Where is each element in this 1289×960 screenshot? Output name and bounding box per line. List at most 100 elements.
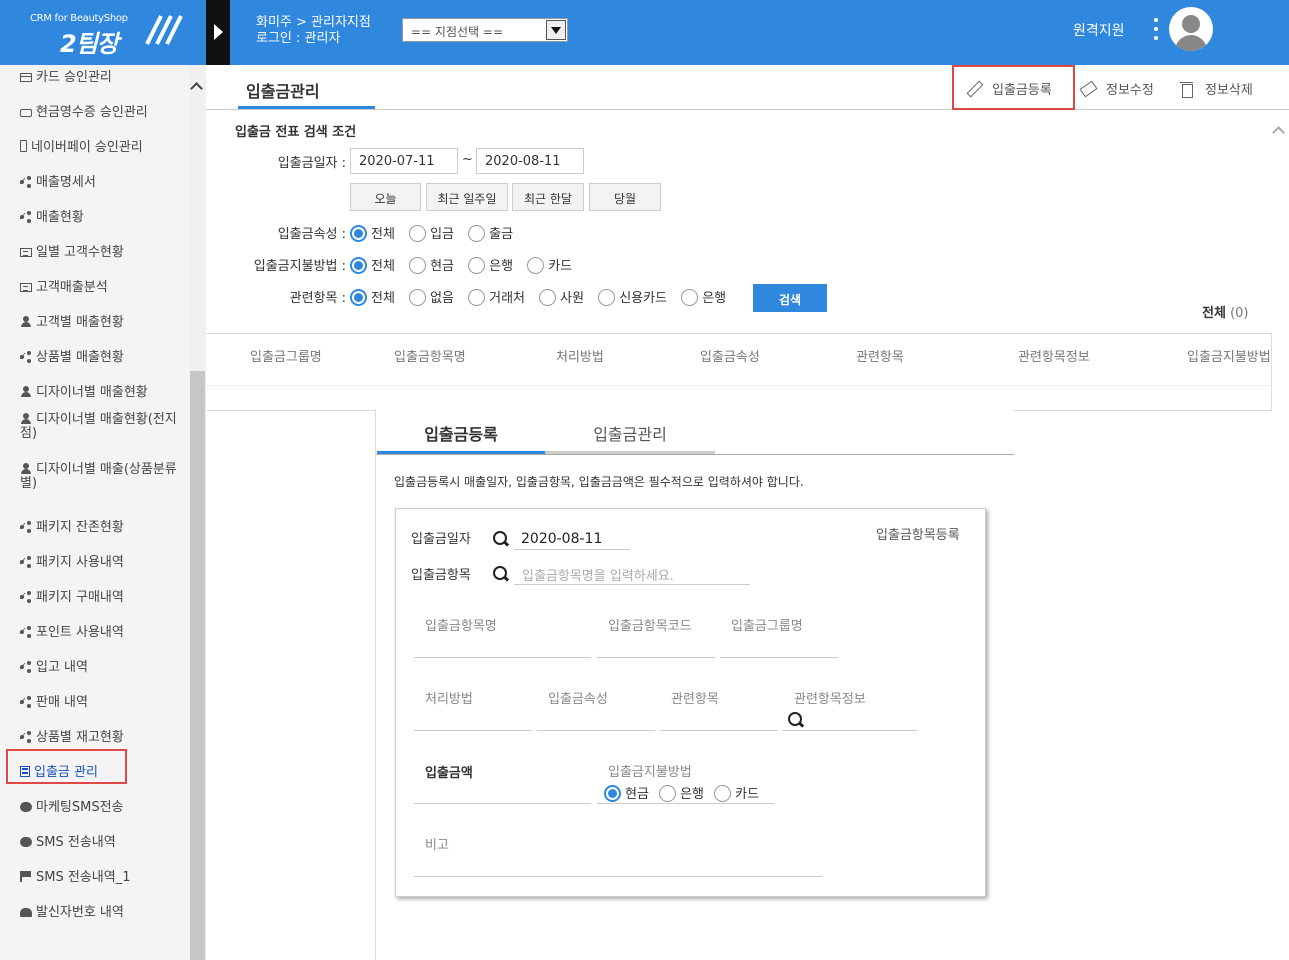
date-to-input[interactable]: 2020-08-11 (476, 148, 584, 174)
date-from-input[interactable]: 2020-07-11 (350, 148, 458, 174)
field-memo[interactable] (414, 876, 822, 877)
sidebar-item-point-usage[interactable]: 포인트 사용내역 (0, 612, 190, 647)
related-radio-none[interactable]: 없음 (409, 287, 454, 306)
field-item-code[interactable] (597, 657, 715, 658)
field-amount[interactable] (414, 803, 591, 804)
sidebar-item-customer-analysis[interactable]: 고객매출분석 (0, 267, 190, 302)
grid-col-method[interactable]: 처리방법 (556, 346, 604, 365)
sidebar-item-cash-management[interactable]: 입출금 관리 (0, 752, 190, 787)
field-related-label: 관련항목 (671, 692, 719, 707)
flag-icon (20, 871, 32, 882)
search-button[interactable]: 검색 (753, 284, 827, 312)
tab-manage[interactable]: 입출금관리 (545, 409, 715, 454)
sidebar-item-designer-sales[interactable]: 디자이너별 매출현황 (0, 372, 190, 407)
sidebar-item-package-usage[interactable]: 패키지 사용내역 (0, 542, 190, 577)
sidebar-item-package-purchase[interactable]: 패키지 구매내역 (0, 577, 190, 612)
related-radio-creditcard[interactable]: 신용카드 (598, 287, 667, 306)
sidebar-item-sales-history[interactable]: 판매 내역 (0, 682, 190, 717)
chevron-down-icon (546, 20, 566, 40)
sidebar-item-stock-in[interactable]: 입고 내역 (0, 647, 190, 682)
remote-support-link[interactable]: 원격지원 (1073, 20, 1125, 40)
sidebar-item-sms-history-1[interactable]: SMS 전송내역_1 (0, 857, 190, 892)
this-month-button[interactable]: 당월 (589, 183, 661, 211)
sidebar-item-sender-numbers[interactable]: 발신자번호 내역 (0, 892, 190, 927)
sidebar-item-product-sales[interactable]: 상품별 매출현황 (0, 337, 190, 372)
related-radio-bank[interactable]: 은행 (681, 287, 726, 306)
field-related-info[interactable] (783, 730, 917, 731)
board-icon (20, 248, 32, 257)
form-pay-radio-cash[interactable]: 현금 (604, 783, 649, 802)
related-radio-vendor[interactable]: 거래처 (468, 287, 525, 306)
attr-radio-withdraw[interactable]: 출금 (468, 223, 513, 242)
card-icon (20, 73, 32, 82)
share-icon (20, 626, 32, 637)
app-logo[interactable]: CRM for BeautyShop 2팀장 (0, 0, 206, 65)
register-button[interactable]: 입출금등록 (952, 65, 1075, 110)
field-method[interactable] (414, 730, 532, 731)
sidebar-item-customer-sales[interactable]: 고객별 매출현황 (0, 302, 190, 337)
register-dialog: 입출금등록 입출금관리 입출금등록시 매출일자, 입출금항목, 입출금금액은 필… (375, 409, 1014, 960)
grid-col-group[interactable]: 입출금그룹명 (250, 346, 322, 365)
pay-radio-bank[interactable]: 은행 (468, 255, 513, 274)
grid-col-attr[interactable]: 입출금속성 (700, 346, 760, 365)
field-related[interactable] (660, 730, 778, 731)
sidebar-item-daily-customers[interactable]: 일별 고객수현황 (0, 232, 190, 267)
grid-col-related-info[interactable]: 관련항목정보 (1018, 346, 1090, 365)
pay-radio-all[interactable]: 전체 (350, 255, 395, 274)
edit-button[interactable]: 정보수정 (1080, 79, 1154, 98)
related-radio-all[interactable]: 전체 (350, 287, 395, 306)
tab-register[interactable]: 입출금등록 (377, 409, 545, 454)
sidebar-item-sales-status[interactable]: 매출현황 (0, 197, 190, 232)
sidebar-item-marketing-sms[interactable]: 마케팅SMS전송 (0, 787, 190, 822)
form-pay-radio-bank[interactable]: 은행 (659, 783, 704, 802)
cash-icon (20, 109, 32, 117)
field-item-name[interactable] (414, 657, 591, 658)
grid-col-related[interactable]: 관련항목 (856, 346, 904, 365)
sidebar-item-cash-receipt[interactable]: 현금영수증 승인관리 (0, 92, 190, 127)
pay-radio-card[interactable]: 카드 (527, 255, 572, 274)
search-icon[interactable] (493, 566, 509, 582)
field-pay-method-label: 입출금지불방법 (608, 765, 692, 780)
sidebar-item-naverpay[interactable]: 네이버페이 승인관리 (0, 127, 190, 162)
sidebar-toggle-button[interactable] (206, 0, 230, 65)
chevron-up-icon[interactable] (1272, 126, 1285, 139)
attr-radio-deposit[interactable]: 입금 (409, 223, 454, 242)
pay-radio-cash[interactable]: 현금 (409, 255, 454, 274)
form-date-value[interactable]: 2020-08-11 (521, 531, 602, 547)
tab-cash-management[interactable]: 입출금관리 (238, 65, 375, 109)
scrollbar-thumb[interactable] (190, 371, 205, 960)
last-month-button[interactable]: 최근 한달 (512, 183, 584, 211)
field-group-name[interactable] (720, 657, 838, 658)
form-pay-radio-card[interactable]: 카드 (714, 783, 759, 802)
pencil-icon (966, 81, 982, 97)
user-avatar[interactable] (1169, 7, 1213, 51)
more-menu-icon[interactable] (1150, 18, 1162, 44)
attr-radio-all[interactable]: 전체 (350, 223, 395, 242)
branch-select[interactable]: == 지점선택 == (402, 18, 568, 42)
sidebar-item-package-remaining[interactable]: 패키지 잔존현황 (0, 507, 190, 542)
top-header: CRM for BeautyShop 2팀장 화미주 > 관리자지점 로그인 :… (0, 0, 1289, 65)
today-button[interactable]: 오늘 (350, 183, 421, 211)
search-icon[interactable] (493, 531, 509, 547)
item-register-link[interactable]: 입출금항목등록 (876, 524, 960, 543)
chevron-up-icon[interactable] (190, 82, 203, 95)
grid-col-pay-method[interactable]: 입출금지불방법 (1187, 346, 1271, 365)
sidebar-scrollbar[interactable] (189, 65, 206, 960)
sidebar-item-product-stock[interactable]: 상품별 재고현황 (0, 717, 190, 752)
trash-icon (1179, 81, 1195, 98)
sidebar-item-sms-history[interactable]: SMS 전송내역 (0, 822, 190, 857)
eraser-icon (1080, 81, 1096, 97)
grid-header: 입출금그룹명 입출금항목명 처리방법 입출금속성 관련항목 관련항목정보 입출금… (206, 334, 1271, 386)
phone-icon (20, 140, 27, 152)
grid-col-item[interactable]: 입출금항목명 (394, 346, 466, 365)
sidebar-item-designer-sales-category[interactable]: 디자이너별 매출(상품분류별) (0, 457, 190, 507)
last-week-button[interactable]: 최근 일주일 (426, 183, 508, 211)
field-attr[interactable] (537, 730, 655, 731)
sidebar-item-card-approval[interactable]: 카드 승인관리 (0, 65, 190, 92)
form-item-input[interactable]: 입출금항목명을 입력하세요. (522, 565, 674, 584)
search-icon[interactable] (788, 712, 804, 728)
sidebar-item-sales-statement[interactable]: 매출명세서 (0, 162, 190, 197)
delete-button[interactable]: 정보삭제 (1179, 79, 1253, 98)
sidebar-item-designer-sales-all[interactable]: 디자이너별 매출현황(전지점) (0, 407, 190, 457)
related-radio-employee[interactable]: 사원 (539, 287, 584, 306)
